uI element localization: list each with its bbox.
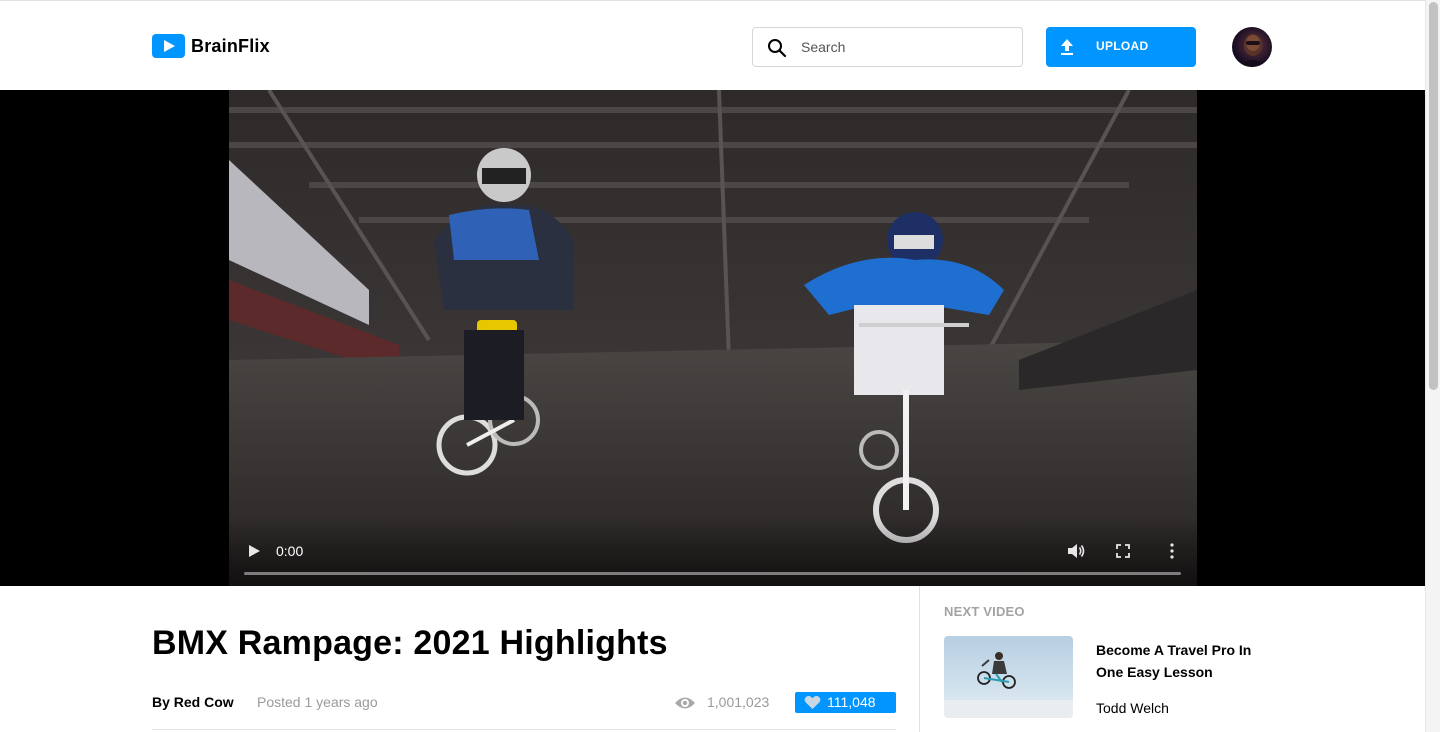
site-header: BrainFlix UPLOAD bbox=[0, 0, 1425, 90]
next-video-author: Todd Welch bbox=[1096, 700, 1169, 716]
brand-name: BrainFlix bbox=[191, 35, 270, 56]
scrollbar-thumb[interactable] bbox=[1429, 2, 1438, 390]
search-input[interactable] bbox=[801, 39, 1011, 55]
video-player[interactable]: 0:00 bbox=[229, 90, 1197, 586]
upload-icon bbox=[1061, 39, 1073, 55]
video-frame bbox=[229, 90, 1197, 586]
next-video-item[interactable]: Become A Travel Pro In One Easy Lesson T… bbox=[944, 636, 1274, 726]
next-video-title[interactable]: Become A Travel Pro In One Easy Lesson bbox=[1096, 639, 1266, 683]
avatar-image bbox=[1238, 34, 1268, 67]
brand-logo[interactable]: BrainFlix bbox=[152, 34, 270, 58]
more-vertical-icon[interactable] bbox=[1169, 542, 1175, 560]
heart-icon bbox=[804, 695, 821, 709]
video-meta: By Red Cow Posted 1 years ago 1,001,023 … bbox=[152, 692, 896, 714]
user-avatar[interactable] bbox=[1232, 27, 1272, 67]
fullscreen-icon[interactable] bbox=[1116, 544, 1130, 558]
upload-label: UPLOAD bbox=[1096, 39, 1149, 53]
like-count: 111,048 bbox=[827, 694, 876, 710]
search-icon bbox=[768, 39, 787, 58]
video-title: BMX Rampage: 2021 Highlights bbox=[152, 624, 668, 662]
video-player-area: 0:00 bbox=[0, 90, 1425, 586]
current-time: 0:00 bbox=[276, 543, 304, 559]
volume-icon[interactable] bbox=[1067, 543, 1085, 559]
video-author: By Red Cow bbox=[152, 694, 234, 710]
sidebar-divider bbox=[919, 586, 920, 732]
player-controls: 0:00 bbox=[229, 516, 1197, 586]
upload-button[interactable]: UPLOAD bbox=[1046, 27, 1196, 67]
view-count: 1,001,023 bbox=[707, 694, 770, 710]
search-box[interactable] bbox=[752, 27, 1023, 67]
posted-date: Posted 1 years ago bbox=[257, 694, 378, 710]
play-icon[interactable] bbox=[247, 544, 261, 558]
next-video-heading: NEXT VIDEO bbox=[944, 604, 1025, 619]
page-scrollbar[interactable] bbox=[1425, 0, 1440, 732]
like-button[interactable]: 111,048 bbox=[795, 692, 896, 713]
thumbnail-image bbox=[944, 652, 1073, 718]
play-logo-icon bbox=[152, 34, 185, 58]
content-divider bbox=[152, 729, 896, 730]
next-video-thumbnail[interactable] bbox=[944, 636, 1073, 718]
eye-icon bbox=[675, 697, 695, 709]
video-progress-bar[interactable] bbox=[244, 572, 1181, 575]
